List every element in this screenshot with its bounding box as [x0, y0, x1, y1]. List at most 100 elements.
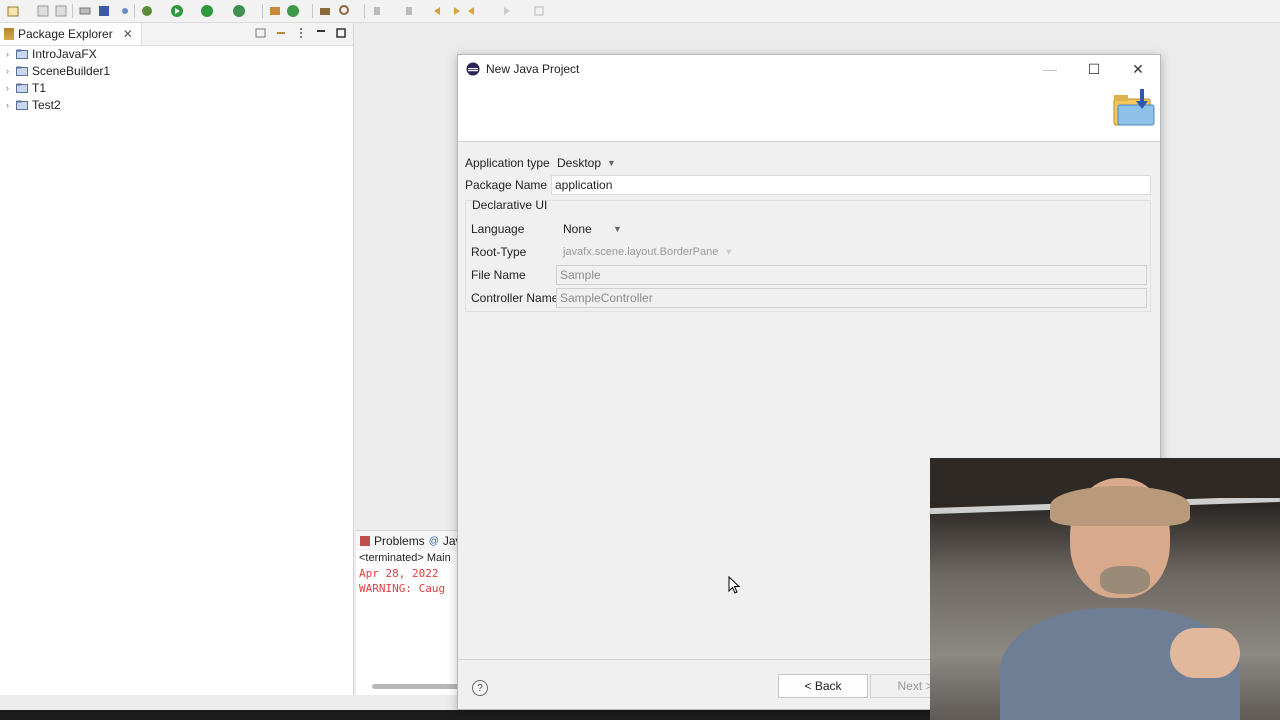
external-tools-icon[interactable] — [232, 4, 246, 18]
tree-item-label: SceneBuilder1 — [32, 63, 111, 78]
debug-icon[interactable] — [140, 4, 154, 18]
console-line: WARNING: Caug — [359, 582, 446, 595]
chevron-right-icon[interactable]: › — [6, 83, 16, 93]
controller-name-value: SampleController — [560, 291, 653, 305]
chevron-down-icon: ▼ — [607, 158, 616, 168]
webcam-overlay — [930, 458, 1280, 720]
bottom-panel-tabs: Problems @ Jav — [356, 531, 466, 551]
webcam-hair — [1050, 486, 1190, 526]
webcam-hand — [1170, 628, 1240, 678]
run-icon[interactable] — [170, 4, 184, 18]
save-icon[interactable] — [36, 4, 50, 18]
tab-package-explorer-label: Package Explorer — [18, 27, 113, 41]
package-name-label: Package Name — [465, 178, 548, 192]
minimize-view-icon[interactable] — [315, 26, 327, 40]
chevron-right-icon[interactable]: › — [6, 66, 16, 76]
dialog-title: New Java Project — [486, 62, 580, 76]
new-icon[interactable] — [6, 4, 20, 18]
console-panel: Problems @ Jav <terminated> Main Apr 28,… — [356, 530, 466, 695]
tree-item-label: Test2 — [32, 97, 61, 112]
file-name-field[interactable]: Sample — [556, 265, 1147, 285]
webcam-beard — [1100, 566, 1150, 594]
back-icon[interactable] — [466, 4, 480, 18]
back-button[interactable]: < Back — [778, 674, 868, 698]
print-icon[interactable] — [78, 4, 92, 18]
controller-name-label: Controller Name — [471, 291, 559, 305]
dialog-titlebar: New Java Project — ☐ ✕ — [458, 55, 1160, 83]
language-select[interactable]: None ▼ — [559, 220, 626, 238]
last-edit-icon[interactable] — [432, 4, 446, 18]
search-icon[interactable] — [338, 4, 352, 18]
prev-annotation-icon[interactable] — [402, 4, 416, 18]
tab-package-explorer[interactable]: Package Explorer ✕ — [0, 23, 142, 45]
console-status-line: <terminated> Main — [359, 552, 451, 564]
coverage-icon[interactable] — [200, 4, 214, 18]
save-all-icon[interactable] — [54, 4, 68, 18]
package-explorer-view: Package Explorer ✕ › IntroJavaFX › Scene… — [0, 23, 354, 695]
tree-item-introjavafx[interactable]: › IntroJavaFX — [0, 45, 110, 62]
new-class-icon[interactable] — [286, 4, 300, 18]
chevron-down-icon: ▼ — [724, 247, 734, 257]
application-type-label: Application type — [465, 156, 550, 170]
chevron-right-icon[interactable]: › — [6, 100, 16, 110]
chevron-down-icon: ▼ — [613, 224, 622, 234]
project-folder-icon — [16, 100, 28, 110]
tree-item-scenebuilder1[interactable]: › SceneBuilder1 — [0, 62, 110, 79]
collapse-all-icon[interactable] — [255, 26, 267, 40]
tree-item-label: T1 — [32, 80, 47, 95]
tree-item-t1[interactable]: › T1 — [0, 79, 110, 96]
application-type-row: Application type Desktop ▼ — [465, 154, 620, 172]
package-name-row: Package Name — [465, 178, 547, 192]
open-type-icon[interactable] — [318, 4, 332, 18]
pin-icon[interactable] — [118, 4, 132, 18]
controller-name-field[interactable]: SampleController — [556, 288, 1147, 308]
application-type-value: Desktop — [557, 156, 602, 170]
javadoc-icon: @ — [428, 535, 439, 547]
package-explorer-header: Package Explorer ✕ — [0, 23, 353, 46]
tree-item-test2[interactable]: › Test2 — [0, 96, 110, 113]
application-type-select[interactable]: Desktop ▼ — [553, 154, 620, 172]
project-tree: › IntroJavaFX › SceneBuilder1 › T1 › Tes… — [0, 45, 110, 113]
view-menu-icon[interactable] — [295, 26, 307, 40]
mouse-cursor-icon — [728, 576, 740, 594]
declarative-ui-group-label: Declarative UI — [472, 198, 548, 212]
maximize-view-icon[interactable] — [335, 26, 347, 40]
file-name-value: Sample — [560, 268, 601, 282]
package-explorer-icon — [4, 28, 14, 40]
forward-icon[interactable] — [498, 4, 512, 18]
link-editor-icon[interactable] — [275, 26, 287, 40]
language-label: Language — [471, 222, 525, 236]
language-row: Language None ▼ — [471, 220, 626, 238]
horizontal-scrollbar[interactable] — [372, 684, 462, 689]
minimize-button[interactable]: — — [1028, 55, 1072, 83]
main-toolbar — [0, 0, 1280, 23]
file-name-label: File Name — [471, 268, 526, 282]
eclipse-icon — [466, 62, 480, 76]
project-folder-icon — [16, 83, 28, 93]
help-icon[interactable]: ? — [472, 680, 488, 696]
tab-problems[interactable]: Problems — [374, 534, 425, 548]
forward-edit-icon[interactable] — [448, 4, 462, 18]
file-name-row: File Name — [471, 268, 526, 282]
next-annotation-icon[interactable] — [370, 4, 384, 18]
console-line: Apr 28, 2022 — [359, 567, 439, 580]
wizard-banner — [458, 83, 1160, 142]
project-folder-icon — [16, 66, 28, 76]
pin-editor-icon[interactable] — [532, 4, 546, 18]
package-name-value: application — [555, 178, 613, 192]
language-value: None — [563, 222, 592, 236]
tree-item-label: IntroJavaFX — [32, 46, 97, 61]
package-name-field[interactable]: application — [551, 175, 1151, 195]
root-type-select[interactable]: javafx.scene.layout.BorderPane ▼ — [559, 244, 738, 260]
chevron-right-icon[interactable]: › — [6, 49, 16, 59]
new-project-folder-icon — [1113, 89, 1155, 126]
root-type-row: Root-Type javafx.scene.layout.BorderPane… — [471, 244, 738, 260]
problems-icon — [360, 536, 370, 546]
new-package-icon[interactable] — [268, 4, 282, 18]
terminal-icon[interactable] — [97, 4, 111, 18]
project-folder-icon — [16, 49, 28, 59]
close-button[interactable]: ✕ — [1116, 55, 1160, 83]
root-type-label: Root-Type — [471, 245, 527, 259]
maximize-button[interactable]: ☐ — [1072, 55, 1116, 83]
close-icon[interactable]: ✕ — [123, 27, 133, 41]
